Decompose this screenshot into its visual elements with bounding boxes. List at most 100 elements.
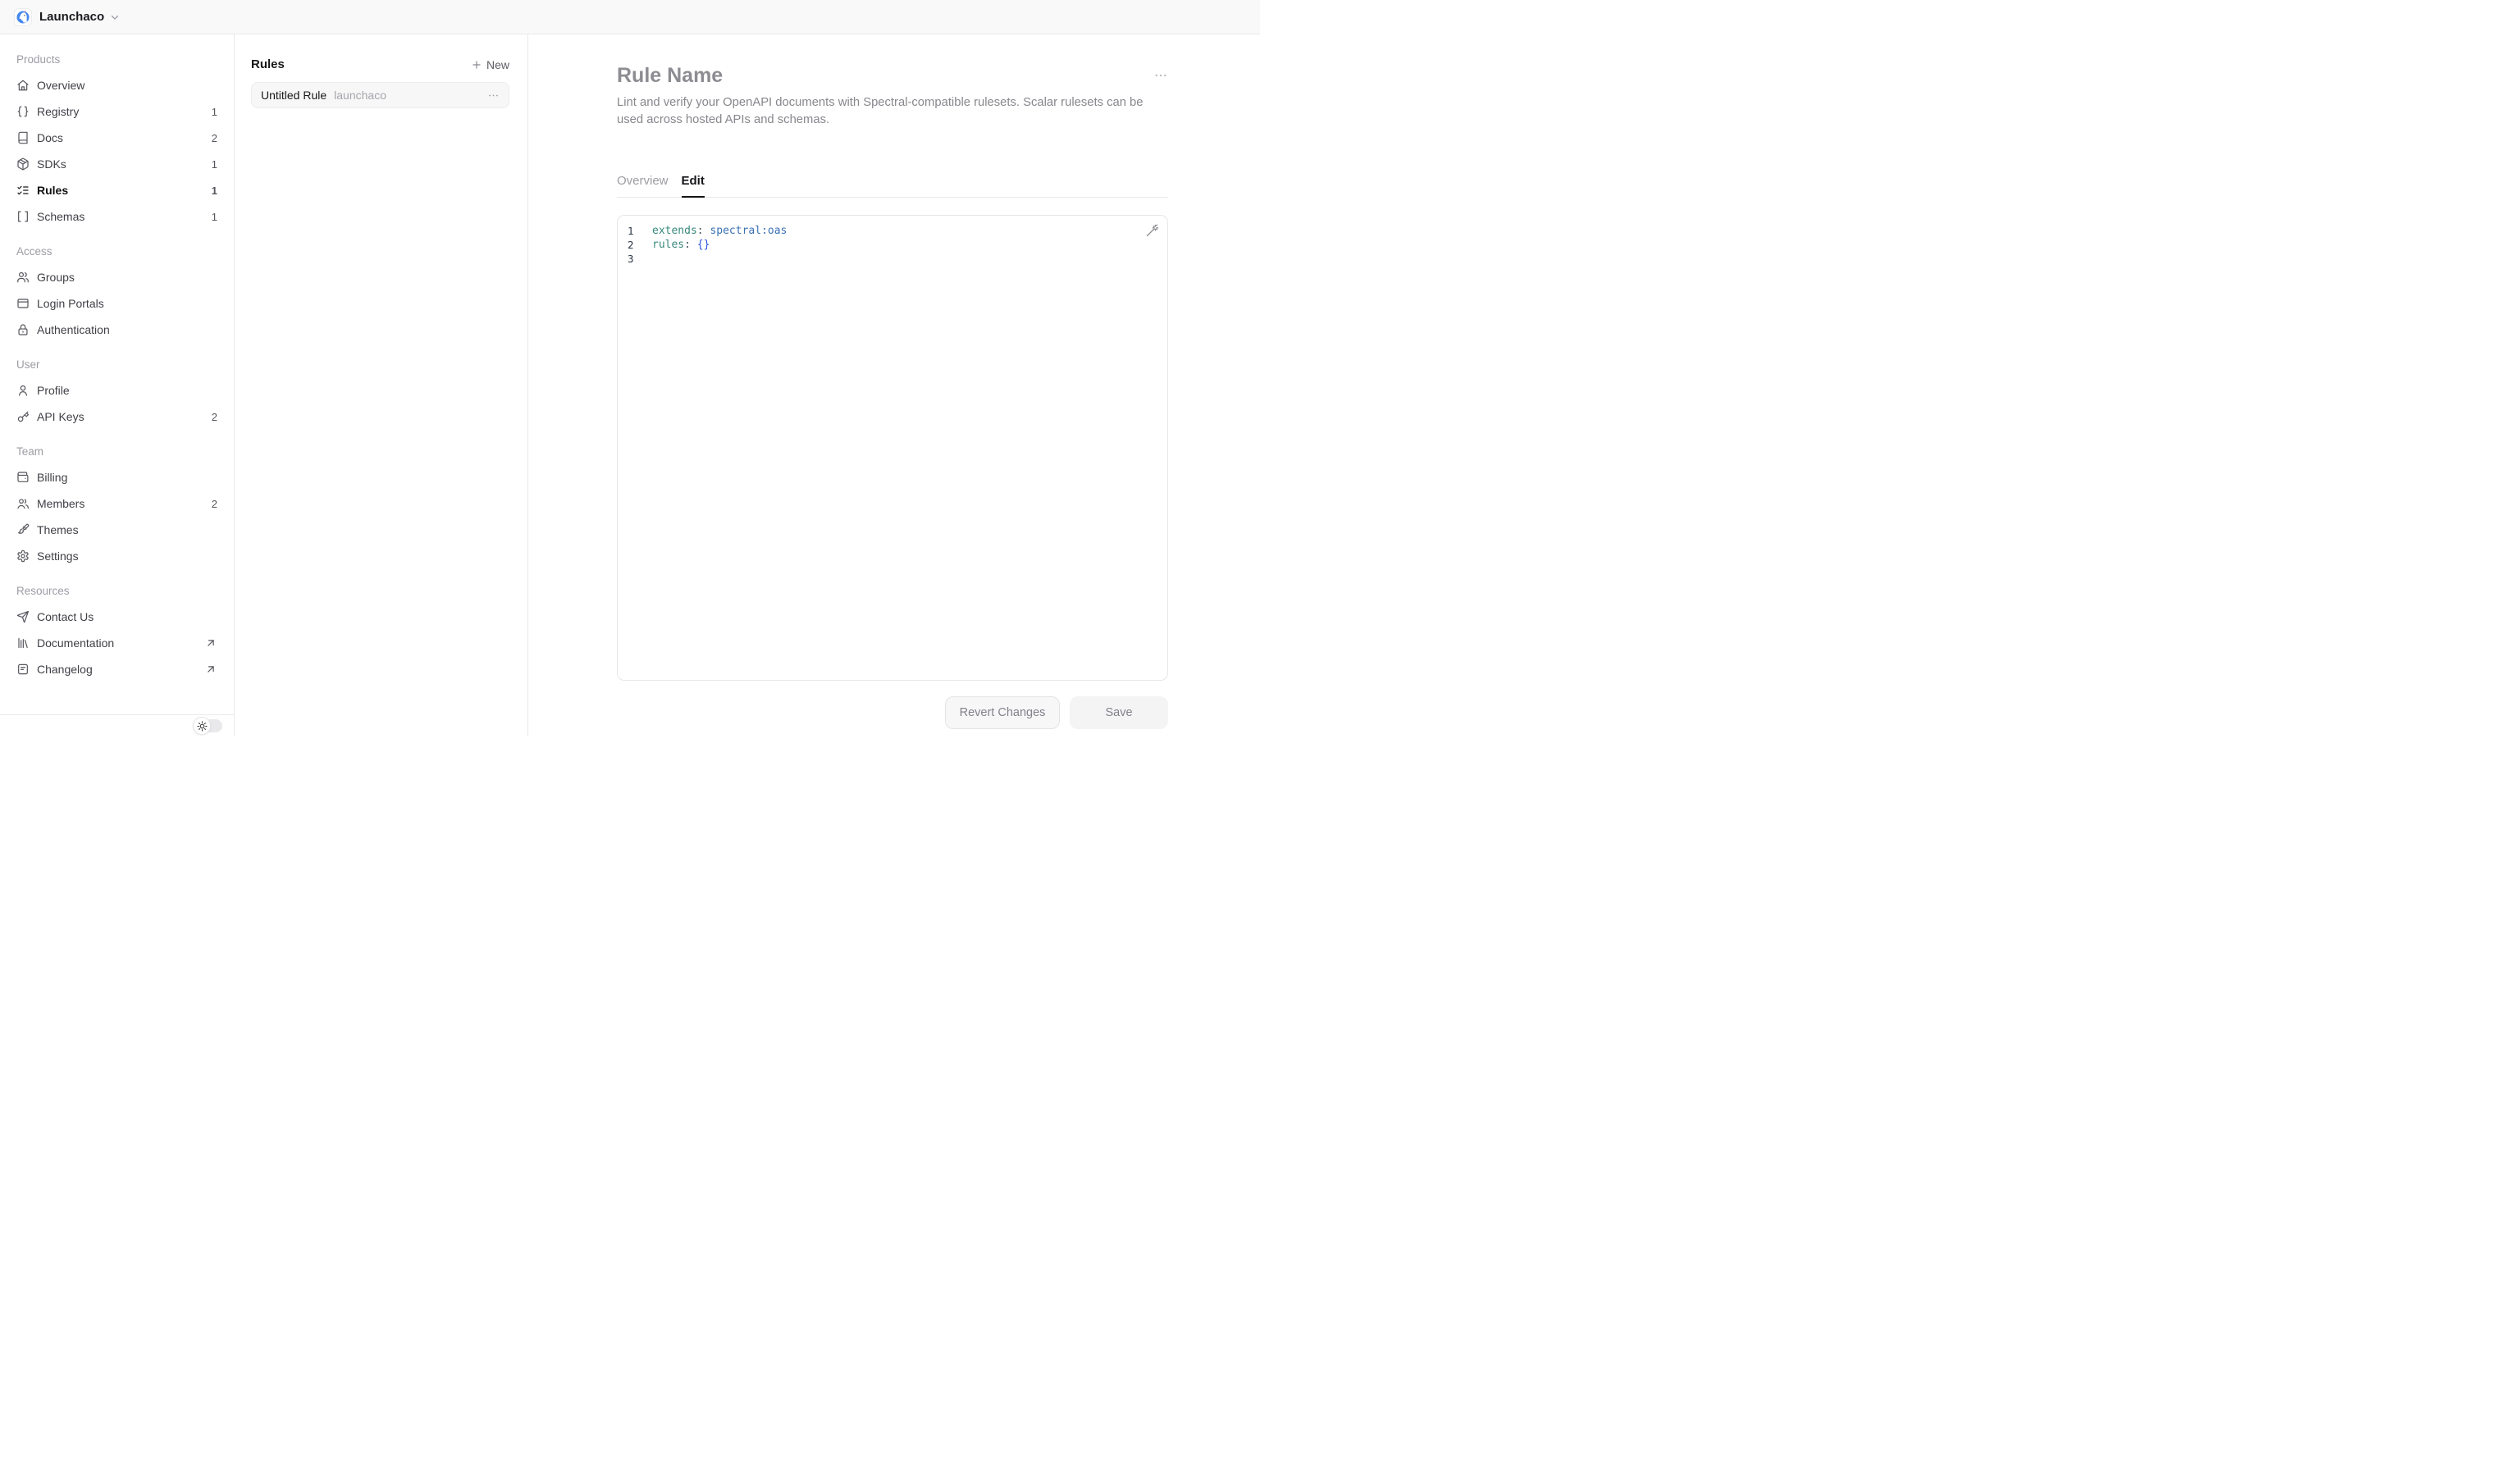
rule-list: Untitled Rulelaunchaco	[251, 82, 509, 108]
sidebar-item-label: Members	[37, 497, 84, 510]
gear-icon	[16, 550, 30, 563]
tab-bar: Overview Edit	[617, 174, 1168, 198]
tab-overview[interactable]: Overview	[617, 174, 669, 197]
sidebar-item-label: Contact Us	[37, 610, 94, 623]
app-shell: ProductsOverviewRegistry1Docs2SDKs1Rules…	[0, 34, 1260, 736]
line-number: 2	[628, 239, 638, 251]
sidebar-item-schemas[interactable]: Schemas 1	[16, 203, 217, 230]
send-icon	[16, 610, 30, 623]
sidebar-item-documentation[interactable]: Documentation	[16, 630, 217, 656]
braces-icon	[16, 105, 30, 118]
sidebar-item-billing[interactable]: Billing	[16, 464, 217, 490]
main-area: Rule Name Lint and verify your OpenAPI d…	[528, 34, 1260, 736]
paintbrush-icon	[16, 523, 30, 536]
code-line: 1 extends: spectral:oas	[628, 224, 1167, 238]
page-title: Rule Name	[617, 64, 723, 87]
unicorn-logo	[14, 8, 32, 26]
line-number: 1	[628, 225, 638, 237]
rule-item-name: Untitled Rule	[261, 89, 326, 102]
sun-icon	[197, 721, 208, 732]
sidebar-section-label: User	[16, 351, 217, 377]
item-count-badge: 2	[212, 132, 217, 144]
sidebar-section-access: Access Groups Login Portals Authentication	[16, 238, 217, 343]
note-icon	[16, 663, 30, 676]
ellipsis-icon[interactable]	[1153, 68, 1168, 83]
sidebar-item-label: Overview	[37, 79, 84, 92]
sidebar-section-label: Access	[16, 238, 217, 264]
rules-panel-title: Rules	[251, 57, 285, 71]
sidebar-item-settings[interactable]: Settings	[16, 543, 217, 569]
lock-icon	[16, 323, 30, 336]
sidebar-item-login-portals[interactable]: Login Portals	[16, 290, 217, 317]
sidebar-item-rules[interactable]: Rules 1	[16, 177, 217, 203]
revert-changes-button[interactable]: Revert Changes	[945, 696, 1060, 729]
sidebar-item-label: Settings	[37, 550, 79, 563]
book-icon	[16, 131, 30, 144]
user-icon	[16, 384, 30, 397]
sidebar-item-profile[interactable]: Profile	[16, 377, 217, 404]
top-bar: Launchaco	[0, 0, 1260, 34]
sidebar-item-groups[interactable]: Groups	[16, 264, 217, 290]
toggle-knob	[193, 717, 211, 735]
arrow-up-right-icon	[204, 636, 217, 650]
code-line: 2 rules: {}	[628, 238, 1167, 252]
editor-actions: Revert Changes Save	[617, 696, 1168, 729]
sidebar-item-authentication[interactable]: Authentication	[16, 317, 217, 343]
sidebar-item-docs[interactable]: Docs 2	[16, 125, 217, 151]
line-number: 3	[628, 253, 638, 265]
sidebar-item-changelog[interactable]: Changelog	[16, 656, 217, 682]
code-text: extends: spectral:oas	[652, 225, 787, 237]
sidebar-item-label: Documentation	[37, 636, 114, 650]
sidebar-item-members[interactable]: Members 2	[16, 490, 217, 517]
list-checks-icon	[16, 184, 30, 197]
sidebar-item-label: Themes	[37, 523, 79, 536]
item-count-badge: 2	[212, 411, 217, 423]
item-count-badge: 2	[212, 498, 217, 510]
workspace-switcher[interactable]: Launchaco	[14, 8, 121, 26]
sidebar-item-themes[interactable]: Themes	[16, 517, 217, 543]
wand-sparkles-icon[interactable]	[1145, 224, 1159, 238]
sidebar-item-api-keys[interactable]: API Keys 2	[16, 404, 217, 430]
sidebar-item-sdks[interactable]: SDKs 1	[16, 151, 217, 177]
rule-list-item[interactable]: Untitled Rulelaunchaco	[251, 82, 509, 108]
active-tab-underline	[682, 196, 705, 198]
sidebar-item-registry[interactable]: Registry1	[16, 98, 217, 125]
workspace-name: Launchaco	[39, 10, 104, 24]
sidebar-item-label: API Keys	[37, 410, 84, 423]
item-count-badge: 1	[212, 185, 217, 197]
sidebar-item-label: Authentication	[37, 323, 110, 336]
sidebar-item-overview[interactable]: Overview	[16, 72, 217, 98]
code-text: rules: {}	[652, 239, 710, 251]
plus-icon	[471, 59, 482, 71]
sidebar-item-contact-us[interactable]: Contact Us	[16, 604, 217, 630]
sidebar-section-products: ProductsOverviewRegistry1Docs2SDKs1Rules…	[16, 46, 217, 230]
sidebar-item-label: Docs	[37, 131, 63, 144]
wallet-icon	[16, 471, 30, 484]
sidebar-item-label: Rules	[37, 184, 68, 197]
window-icon	[16, 297, 30, 310]
sidebar-section-label: Team	[16, 438, 217, 464]
brackets-icon	[16, 210, 30, 223]
sidebar-item-label: Groups	[37, 271, 75, 284]
item-count-badge: 1	[212, 158, 217, 171]
sidebar-section-team: TeamBilling Members 2 Themes Settings	[16, 438, 217, 569]
sidebar-item-label: Profile	[37, 384, 70, 397]
tab-edit[interactable]: Edit	[682, 174, 705, 197]
save-button[interactable]: Save	[1070, 696, 1168, 729]
sidebar-item-label: Schemas	[37, 210, 84, 223]
new-rule-label: New	[486, 58, 509, 71]
users-round-icon	[16, 497, 30, 510]
page-description: Lint and verify your OpenAPI documents w…	[617, 94, 1168, 128]
code-lines: 1 extends: spectral:oas 2 rules: {} 3	[618, 216, 1167, 266]
sidebar-item-label: SDKs	[37, 157, 66, 171]
new-rule-button[interactable]: New	[471, 58, 509, 71]
ellipsis-icon[interactable]	[487, 89, 500, 102]
sidebar-section-user: User Profile API Keys 2	[16, 351, 217, 430]
item-count-badge: 1	[212, 106, 217, 118]
rules-list-panel: Rules New Untitled Rulelaunchaco	[235, 34, 528, 736]
item-count-badge: 1	[212, 211, 217, 223]
key-icon	[16, 410, 30, 423]
theme-toggle[interactable]	[193, 717, 222, 735]
sidebar-item-label: Login Portals	[37, 297, 104, 310]
rule-code-editor[interactable]: 1 extends: spectral:oas 2 rules: {} 3	[617, 215, 1168, 681]
